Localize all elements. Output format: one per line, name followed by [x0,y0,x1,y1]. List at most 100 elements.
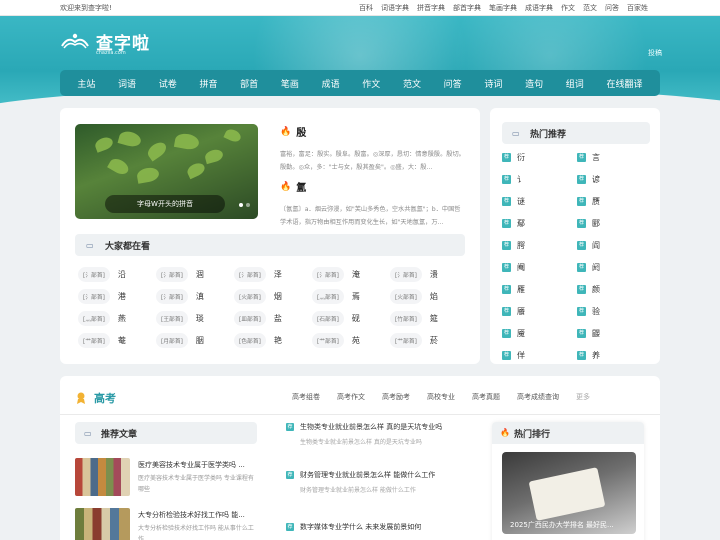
char-link[interactable]: 郾 [592,218,600,229]
char-link[interactable]: 溃 [430,269,438,280]
char-item[interactable]: [石部首] 砚 [312,310,390,326]
char-item[interactable]: [火部首] 焰 [390,288,468,304]
article-thumbnail[interactable] [75,458,130,496]
hot-char-item[interactable]: 荐谜 [502,194,577,208]
top-link[interactable]: 词语字典 [381,3,409,13]
radical-tag[interactable]: [氵部首] [156,266,188,282]
radical-tag[interactable]: [色部首] [234,332,266,348]
top-link[interactable]: 拼音字典 [417,3,445,13]
char-item[interactable]: [竹部首] 筵 [390,310,468,326]
radical-tag[interactable]: [竹部首] [390,310,422,326]
news-title[interactable]: 生物类专业就业前景怎么样 真的是天坑专业吗 [300,422,442,432]
top-link[interactable]: 成语字典 [525,3,553,13]
char-link[interactable]: 谜 [517,196,525,207]
gaokao-title[interactable]: 高考 [94,390,116,406]
nav-item[interactable]: 造句 [525,77,543,90]
char-item[interactable]: [灬部首] 燕 [78,310,156,326]
hot-char-item[interactable]: 荐郾 [577,216,652,230]
char-item[interactable]: [氵部首] 泽 [234,266,312,282]
news-item[interactable]: 荐财务管理专业就业前景怎么样 能做什么工作 财务管理专业就业前景怎么样 能做什么… [286,470,476,494]
radical-tag[interactable]: [氵部首] [78,266,110,282]
hot-char-item[interactable]: 荐雁 [502,282,577,296]
hot-char-item[interactable]: 荐衍 [502,150,577,164]
radical-tag[interactable]: [月部首] [156,332,188,348]
radical-tag[interactable]: [王部首] [156,310,188,326]
char-link[interactable]: 苑 [352,335,360,346]
char-item[interactable]: [灬部首] 焉 [312,288,390,304]
news-title[interactable]: 财务管理专业就业前景怎么样 能做什么工作 [300,470,435,480]
radical-tag[interactable]: [氵部首] [390,266,422,282]
hot-char-item[interactable]: 荐鼹 [577,326,652,340]
top-link[interactable]: 问答 [605,3,619,13]
hot-char-item[interactable]: 荐佯 [502,348,577,362]
hot-char-item[interactable]: 荐讠 [502,172,577,186]
char-item[interactable]: [皿部首] 盐 [234,310,312,326]
char-link[interactable]: 讠 [517,174,525,185]
hot-char-item[interactable]: 荐阉 [502,260,577,274]
ranking-image[interactable]: 2025广西民办大学排名 最好民... [502,452,636,534]
char-link[interactable]: 养 [592,350,600,361]
radical-tag[interactable]: [皿部首] [234,310,266,326]
radical-tag[interactable]: [石部首] [312,310,344,326]
nav-item[interactable]: 主站 [77,77,95,90]
char-item[interactable]: [氵部首] 溃 [390,266,468,282]
hot-char-item[interactable]: 荐腭 [502,238,577,252]
top-link[interactable]: 笔画字典 [489,3,517,13]
radical-tag[interactable]: [灬部首] [78,310,110,326]
char-link[interactable]: 泽 [274,269,282,280]
char-link[interactable]: 焉 [352,291,360,302]
entry-word[interactable]: 氲 [296,179,306,194]
hot-char-item[interactable]: 荐谚 [577,172,652,186]
char-item[interactable]: [氵部首] 涸 [156,266,234,282]
char-link[interactable]: 滇 [196,291,204,302]
char-link[interactable]: 砚 [352,313,360,324]
site-logo[interactable]: 查字啦 chazila.com [60,28,160,58]
gaokao-tab[interactable]: 高校专业 [427,392,455,402]
char-link[interactable]: 燕 [118,313,126,324]
char-link[interactable]: 艳 [274,335,282,346]
radical-tag[interactable]: [氵部首] [78,288,110,304]
char-link[interactable]: 淹 [352,269,360,280]
char-link[interactable]: 阎 [592,240,600,251]
article-item[interactable]: 医疗美容技术专业属于医学类吗 ... 医疗美容技术专业属于医学类吗 专业课程有哪… [75,458,257,496]
slider-caption[interactable]: 字母W开头的拼音 [105,195,225,213]
news-item[interactable]: 荐生物类专业就业前景怎么样 真的是天坑专业吗 生物类专业就业前景怎么样 真的是天… [286,422,476,446]
ranking-caption[interactable]: 2025广西民办大学排名 最好民... [510,520,614,530]
char-link[interactable]: 颜 [592,284,600,295]
submit-post-link[interactable]: 投稿 [648,48,662,58]
gaokao-tab[interactable]: 高考励考 [382,392,410,402]
char-item[interactable]: [氵部首] 淹 [312,266,390,282]
char-item[interactable]: [艹部首] 菸 [390,332,468,348]
char-link[interactable]: 鄢 [517,218,525,229]
char-item[interactable]: [月部首] 胭 [156,332,234,348]
char-link[interactable]: 言 [592,152,600,163]
word-entry[interactable]: 🔥 氲 〔氤氲〕a．烟云弥漫，如"芙山多秀色，空水共氤氲"；b．中国哲学术语，指万… [280,179,465,229]
hot-char-item[interactable]: 荐魇 [502,326,577,340]
radical-tag[interactable]: [氵部首] [156,288,188,304]
char-link[interactable]: 菴 [118,335,126,346]
top-link[interactable]: 百家姓 [627,3,648,13]
nav-item[interactable]: 在线翻译 [606,77,642,90]
slider-dots[interactable] [239,203,250,207]
hot-char-item[interactable]: 荐养 [577,348,652,362]
char-item[interactable]: [王部首] 琰 [156,310,234,326]
char-link[interactable]: 沿 [118,269,126,280]
gaokao-tab[interactable]: 高考真题 [472,392,500,402]
radical-tag[interactable]: [氵部首] [312,266,344,282]
char-link[interactable]: 盐 [274,313,282,324]
char-item[interactable]: [艹部首] 菴 [78,332,156,348]
char-item[interactable]: [氵部首] 港 [78,288,156,304]
char-item[interactable]: [火部首] 烟 [234,288,312,304]
hot-char-item[interactable]: 荐言 [577,150,652,164]
radical-tag[interactable]: [火部首] [234,288,266,304]
char-link[interactable]: 赝 [592,196,600,207]
char-link[interactable]: 鼹 [592,328,600,339]
news-item[interactable]: 荐数字媒体专业学什么 未来发展前景如何 [286,522,476,532]
char-link[interactable]: 阉 [517,262,525,273]
hot-char-item[interactable]: 荐阏 [577,260,652,274]
char-link[interactable]: 胭 [196,335,204,346]
char-item[interactable]: [氵部首] 沿 [78,266,156,282]
char-link[interactable]: 涸 [196,269,204,280]
char-link[interactable]: 魇 [517,328,525,339]
nav-item[interactable]: 部首 [240,77,258,90]
